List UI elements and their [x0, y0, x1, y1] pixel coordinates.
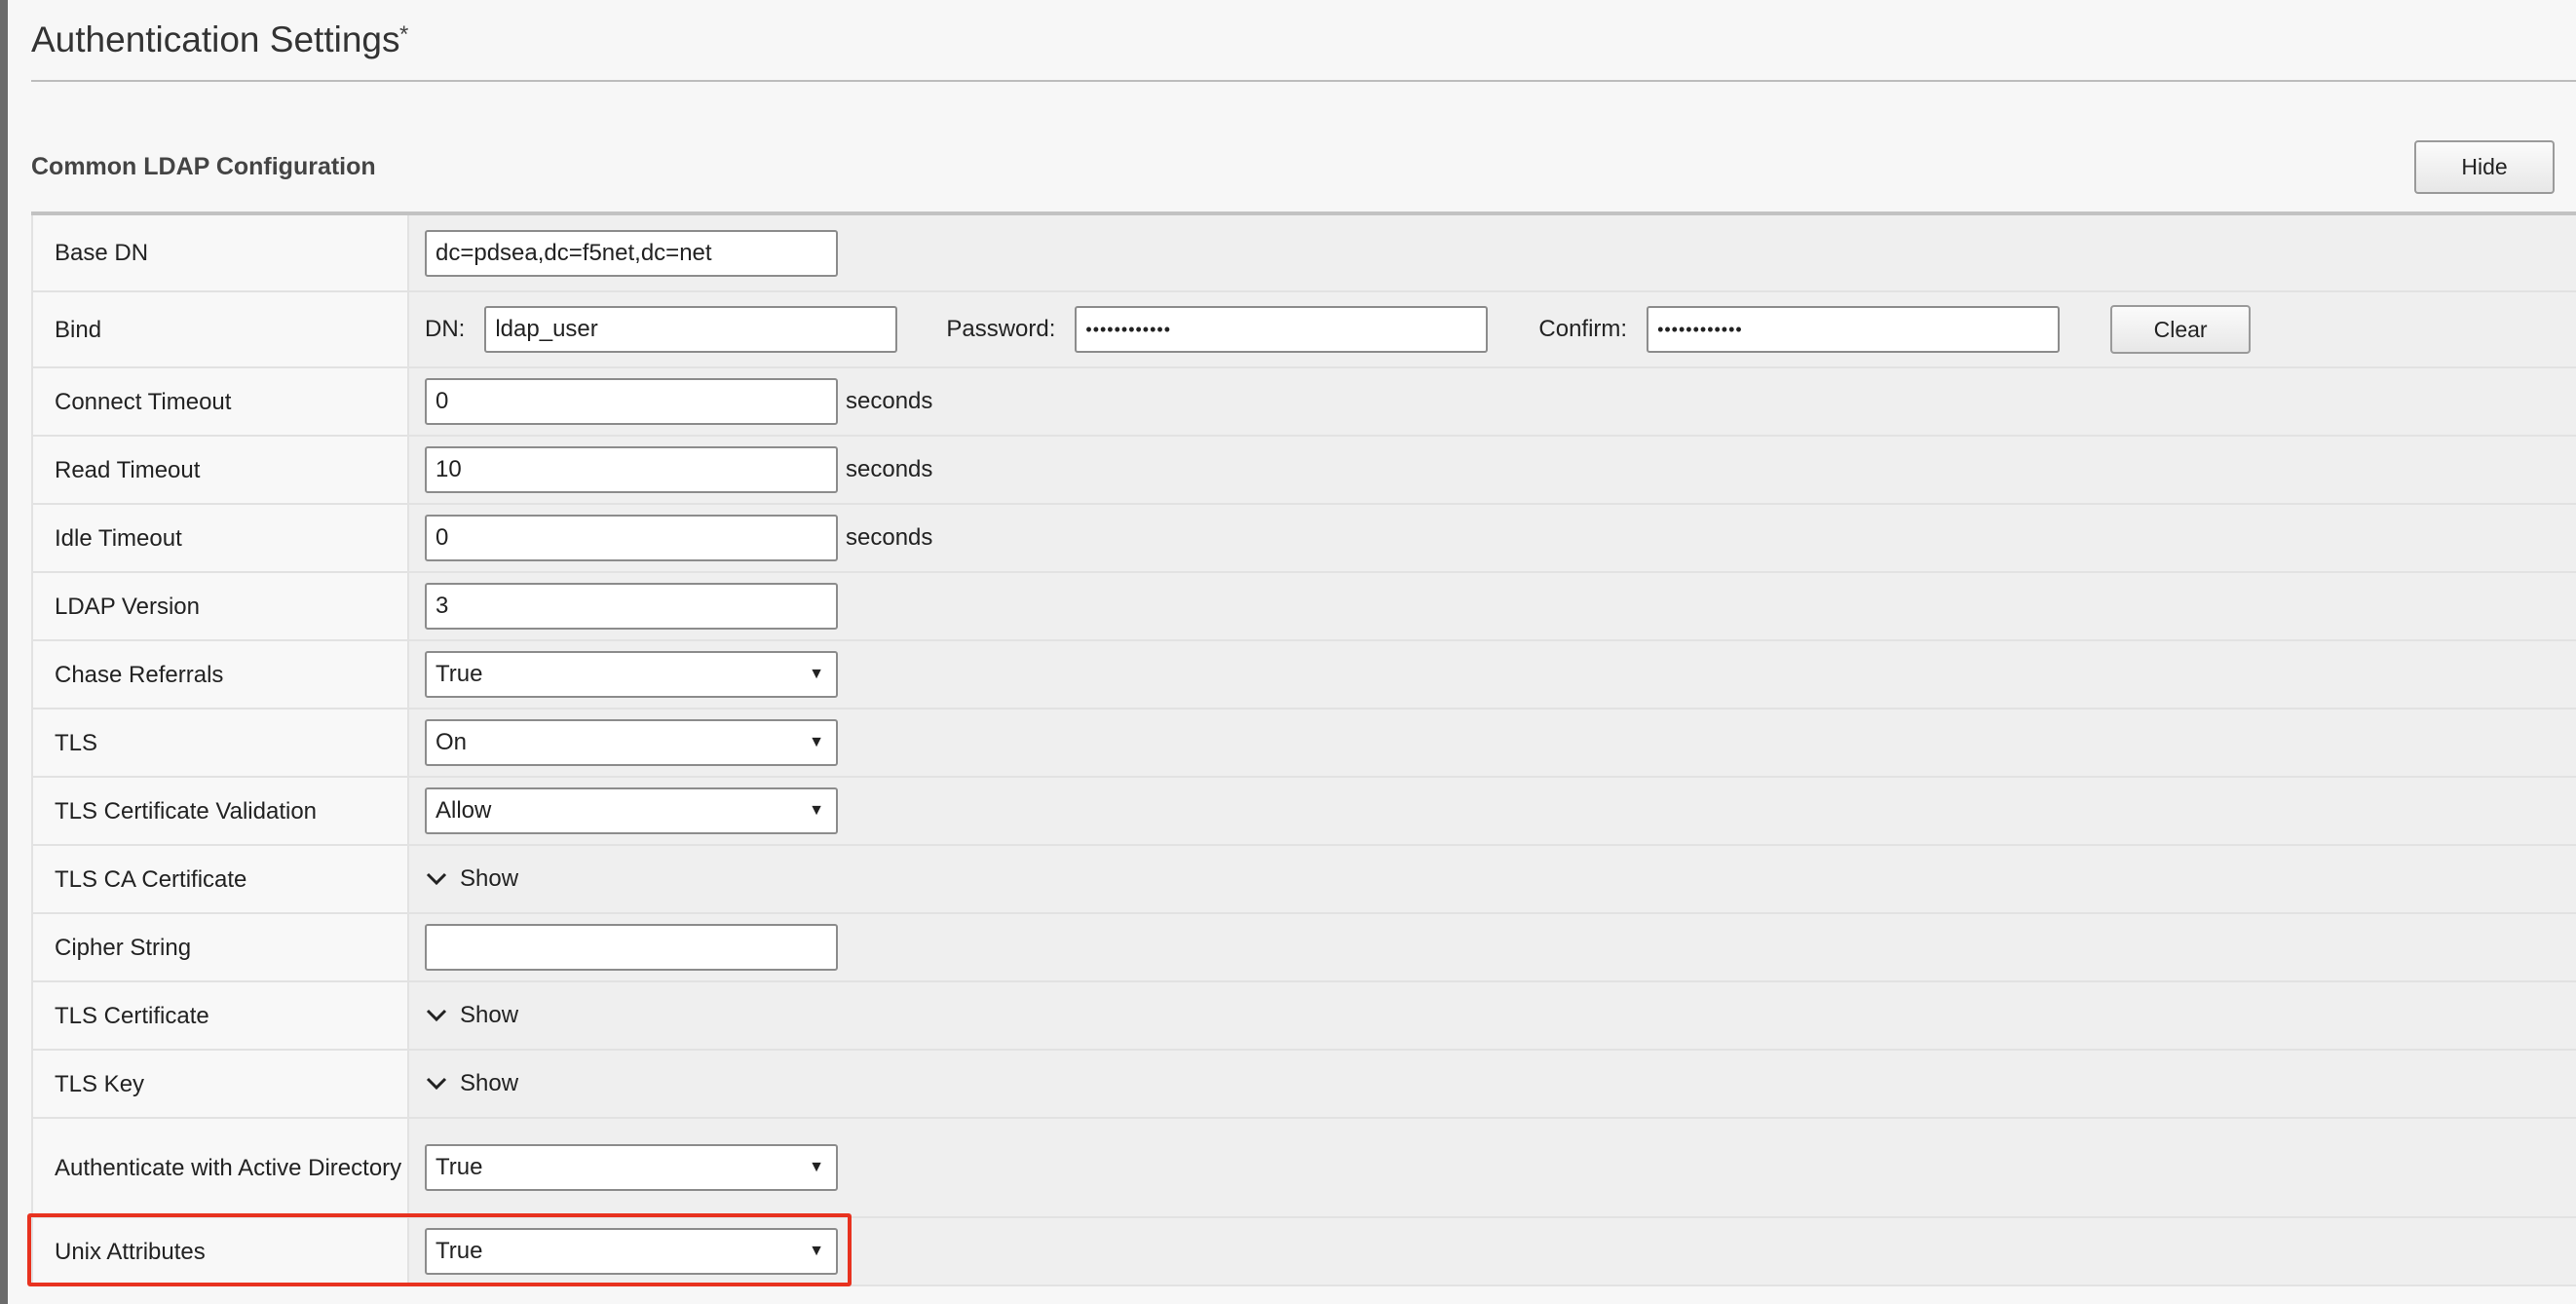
select-value: Allow	[436, 797, 492, 824]
field-value-cell: True ▼	[409, 1119, 2576, 1216]
hide-button[interactable]: Hide	[2414, 140, 2555, 194]
field-label: TLS Key	[31, 1051, 409, 1117]
unit-label: seconds	[846, 524, 933, 551]
auth-active-directory-select[interactable]: True ▼	[425, 1144, 838, 1191]
section-title: Common LDAP Configuration	[31, 153, 376, 180]
field-label: LDAP Version	[31, 573, 409, 639]
base-dn-input[interactable]	[425, 229, 838, 277]
row-bind: Bind DN: Password: Confirm: Clear	[31, 292, 2576, 368]
field-label: Read Timeout	[31, 437, 409, 503]
row-cipher-string: Cipher String	[31, 914, 2576, 982]
triangle-down-icon: ▼	[809, 802, 824, 819]
tls-ca-certificate-show-toggle[interactable]: Show	[425, 865, 518, 893]
page-title: Authentication Settings	[31, 19, 400, 59]
unit-label: seconds	[846, 456, 933, 482]
field-label: Idle Timeout	[31, 505, 409, 571]
chevron-down-icon	[426, 1009, 447, 1022]
read-timeout-input[interactable]	[425, 446, 838, 493]
select-value: True	[436, 1154, 483, 1180]
triangle-down-icon: ▼	[809, 1243, 824, 1259]
bind-dn-label: DN:	[425, 316, 466, 342]
field-value-cell	[409, 573, 2576, 639]
row-ldap-version: LDAP Version	[31, 573, 2576, 641]
tls-select[interactable]: On ▼	[425, 719, 838, 766]
show-label: Show	[460, 865, 519, 892]
field-value-cell	[409, 914, 2576, 980]
field-label: Chase Referrals	[31, 641, 409, 708]
field-label: TLS Certificate Validation	[31, 778, 409, 844]
row-tls-certificate: TLS Certificate Show	[31, 982, 2576, 1051]
row-tls-key: TLS Key Show	[31, 1051, 2576, 1119]
idle-timeout-input[interactable]	[425, 515, 838, 561]
field-value-cell: Show	[409, 846, 2576, 912]
row-base-dn: Base DN	[31, 215, 2576, 292]
row-idle-timeout: Idle Timeout seconds	[31, 505, 2576, 573]
chevron-down-icon	[426, 1077, 447, 1091]
triangle-down-icon: ▼	[809, 1159, 824, 1175]
unsaved-indicator: *	[399, 21, 409, 48]
bind-confirm-input[interactable]	[1647, 306, 2061, 353]
chevron-down-icon	[426, 872, 447, 886]
bind-password-input[interactable]	[1075, 306, 1489, 353]
clear-button[interactable]: Clear	[2110, 305, 2252, 354]
ldap-config-table: Base DN Bind DN: Password: Confirm: Clea…	[31, 215, 2576, 1286]
field-label: TLS	[31, 710, 409, 776]
field-label: TLS CA Certificate	[31, 846, 409, 912]
cipher-string-input[interactable]	[425, 924, 838, 971]
field-label: Base DN	[31, 215, 409, 290]
field-label: Cipher String	[31, 914, 409, 980]
field-value-cell: seconds	[409, 437, 2576, 503]
triangle-down-icon: ▼	[809, 734, 824, 750]
connect-timeout-input[interactable]	[425, 378, 838, 425]
select-value: True	[436, 1238, 483, 1264]
field-value-cell: seconds	[409, 505, 2576, 571]
field-label: Authenticate with Active Directory	[31, 1119, 409, 1216]
window-left-edge	[0, 0, 8, 1304]
field-label: Connect Timeout	[31, 368, 409, 435]
chase-referrals-select[interactable]: True ▼	[425, 651, 838, 698]
title-divider	[31, 80, 2576, 82]
show-label: Show	[460, 1002, 519, 1028]
field-label: Bind	[31, 292, 409, 366]
field-value-cell: Allow ▼	[409, 778, 2576, 844]
bind-confirm-label: Confirm:	[1538, 316, 1628, 342]
row-unix-attributes: Unix Attributes True ▼	[31, 1218, 2576, 1286]
field-value-cell: Show	[409, 982, 2576, 1049]
field-value-cell: DN: Password: Confirm: Clear	[409, 292, 2576, 366]
field-label: TLS Certificate	[31, 982, 409, 1049]
row-connect-timeout: Connect Timeout seconds	[31, 368, 2576, 437]
row-chase-referrals: Chase Referrals True ▼	[31, 641, 2576, 710]
select-value: On	[436, 729, 468, 755]
field-value-cell: True ▼	[409, 1218, 2576, 1285]
field-value-cell: seconds	[409, 368, 2576, 435]
field-value-cell	[409, 215, 2576, 290]
tls-key-show-toggle[interactable]: Show	[425, 1070, 518, 1097]
row-tls-cert-validation: TLS Certificate Validation Allow ▼	[31, 778, 2576, 846]
field-value-cell: On ▼	[409, 710, 2576, 776]
unix-attributes-select[interactable]: True ▼	[425, 1228, 838, 1275]
bind-password-label: Password:	[946, 316, 1056, 342]
row-tls: TLS On ▼	[31, 710, 2576, 778]
field-value-cell: True ▼	[409, 641, 2576, 708]
tls-cert-validation-select[interactable]: Allow ▼	[425, 787, 838, 834]
ldap-version-input[interactable]	[425, 583, 838, 630]
bind-dn-input[interactable]	[484, 306, 898, 353]
unit-label: seconds	[846, 388, 933, 414]
field-label: Unix Attributes	[31, 1218, 409, 1285]
row-read-timeout: Read Timeout seconds	[31, 437, 2576, 505]
select-value: True	[436, 661, 483, 687]
tls-certificate-show-toggle[interactable]: Show	[425, 1002, 518, 1029]
show-label: Show	[460, 1070, 519, 1096]
row-auth-active-directory: Authenticate with Active Directory True …	[31, 1119, 2576, 1218]
row-tls-ca-certificate: TLS CA Certificate Show	[31, 846, 2576, 914]
triangle-down-icon: ▼	[809, 666, 824, 682]
field-value-cell: Show	[409, 1051, 2576, 1117]
